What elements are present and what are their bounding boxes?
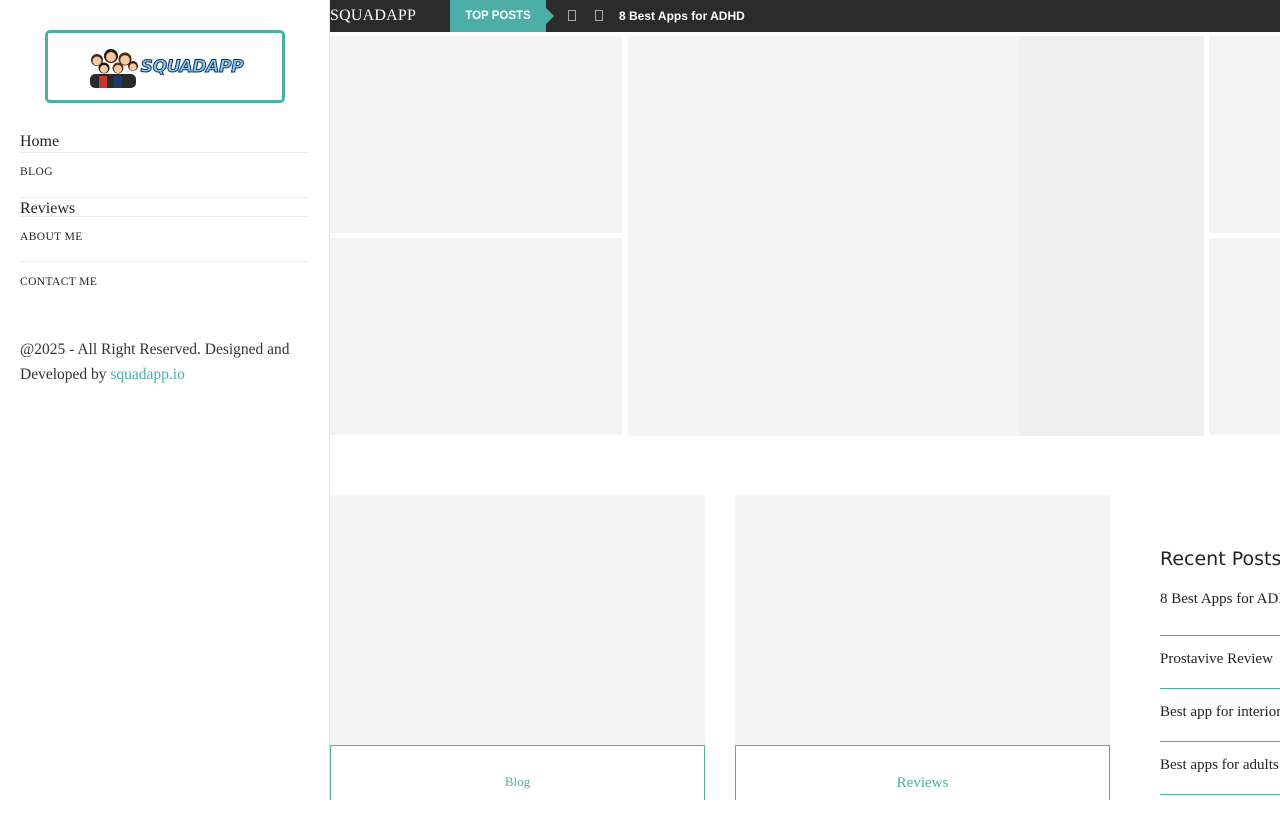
category-card-blog-image[interactable] xyxy=(330,495,705,745)
recent-post-item[interactable]: Prostavive Review xyxy=(1160,636,1280,689)
featured-tile-3[interactable] xyxy=(1209,36,1280,233)
logo-group-icon xyxy=(89,48,138,88)
ticker-post-link[interactable]: 8 Best Apps for ADHD xyxy=(619,0,745,32)
category-card-reviews-image[interactable] xyxy=(735,495,1110,745)
top-bar: SQUADAPP TOP POSTS 8 Best Apps for ADHD xyxy=(330,0,1280,32)
recent-post-item[interactable]: Best app for interior design xyxy=(1160,689,1280,742)
sidebar-item-blog[interactable]: BLOG xyxy=(20,153,308,198)
sidebar: SQUADAPP Home BLOG Reviews ABOUT ME CONT… xyxy=(0,0,330,800)
sidebar-footer: @2025 - All Right Reserved. Designed and… xyxy=(20,337,320,387)
recent-post-item[interactable]: Best apps for adults xyxy=(1160,742,1280,795)
recent-posts-widget: Recent Posts 8 Best Apps for ADHD Prosta… xyxy=(1160,540,1280,795)
sidebar-item-contact-me[interactable]: CONTACT ME xyxy=(20,262,308,307)
recent-post-item[interactable]: 8 Best Apps for ADHD xyxy=(1160,584,1280,636)
recent-posts-heading: Recent Posts xyxy=(1160,548,1280,570)
brand-name[interactable]: SQUADAPP xyxy=(330,0,416,32)
category-card-blog-label[interactable]: Blog xyxy=(330,745,705,800)
featured-tile-1[interactable] xyxy=(330,36,622,233)
squadapp-link[interactable]: squadapp.io xyxy=(110,366,184,383)
featured-main-tile[interactable] xyxy=(628,36,1204,436)
category-card-reviews-label[interactable]: Reviews xyxy=(735,745,1110,800)
top-posts-badge: TOP POSTS xyxy=(450,0,554,32)
ticker-next-icon[interactable] xyxy=(595,10,603,21)
featured-tile-2[interactable] xyxy=(330,238,622,435)
logo-text: SQUADAPP xyxy=(140,56,244,77)
featured-tile-4[interactable] xyxy=(1209,238,1280,435)
sidebar-item-about-me[interactable]: ABOUT ME xyxy=(20,217,308,262)
ticker-prev-icon[interactable] xyxy=(568,10,576,21)
sidebar-item-home[interactable]: Home xyxy=(20,131,308,153)
sidebar-item-reviews[interactable]: Reviews xyxy=(20,198,308,217)
logo-inner: SQUADAPP xyxy=(87,46,244,88)
sidebar-nav: Home BLOG Reviews ABOUT ME CONTACT ME xyxy=(20,130,308,307)
site-logo[interactable]: SQUADAPP xyxy=(45,30,285,103)
